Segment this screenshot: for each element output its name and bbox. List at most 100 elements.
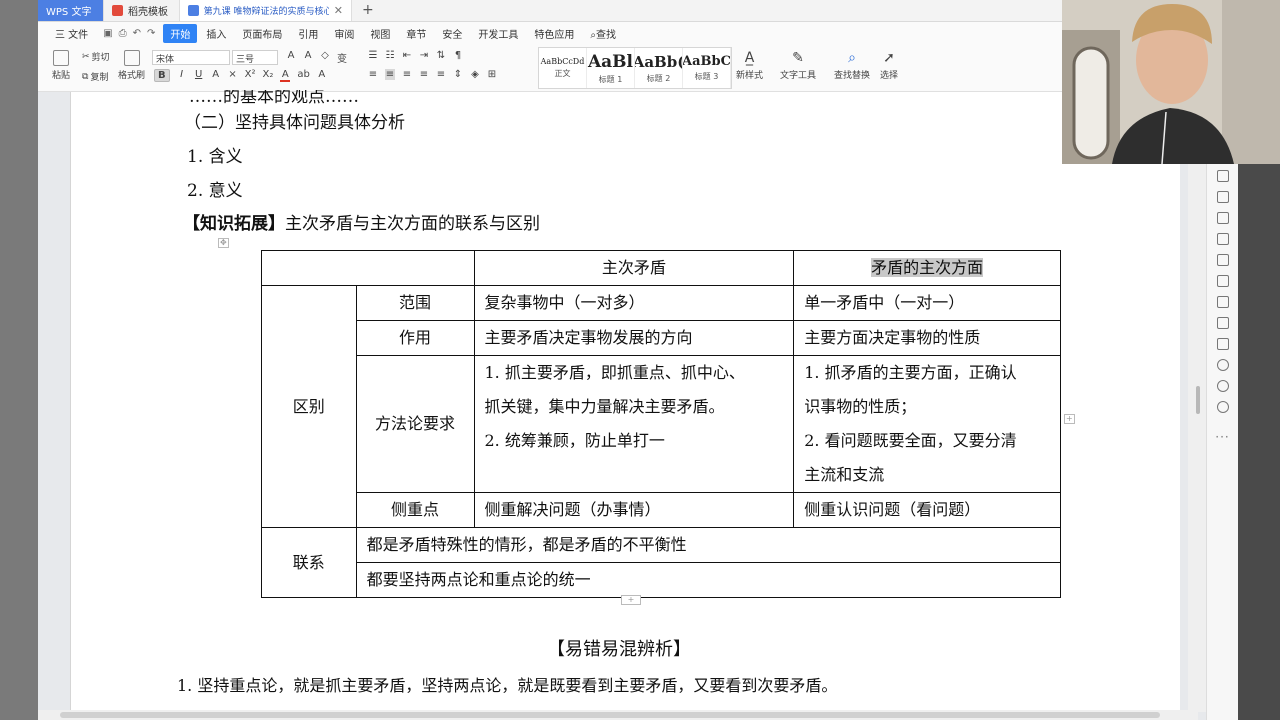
selected-text: 矛盾的主次方面 bbox=[871, 258, 984, 277]
strikethrough-icon[interactable]: × bbox=[228, 69, 238, 82]
font-size-select[interactable]: 三号 bbox=[232, 50, 278, 65]
chart-icon[interactable] bbox=[1216, 212, 1229, 224]
italic-icon[interactable]: I bbox=[177, 69, 187, 82]
extension-label: 【知识拓展】 bbox=[183, 214, 285, 234]
table-cell: 侧重点 bbox=[355, 492, 475, 528]
add-row-handle[interactable]: + bbox=[621, 595, 641, 605]
image-icon[interactable] bbox=[1216, 338, 1229, 350]
line-spacing-icon[interactable]: ⇕ bbox=[453, 69, 463, 80]
document-page[interactable]: ……的基本的观点…… （二）坚持具体问题具体分析 1. 含义 2. 意义 【知识… bbox=[70, 90, 1180, 712]
menu-insert[interactable]: 插入 bbox=[199, 24, 233, 43]
history-icon[interactable] bbox=[1216, 380, 1229, 392]
menu-special[interactable]: 特色应用 bbox=[527, 24, 581, 43]
translate-icon[interactable] bbox=[1216, 296, 1229, 308]
document-icon bbox=[188, 4, 199, 16]
font-color-icon[interactable]: A bbox=[280, 69, 291, 82]
subscript-icon[interactable]: X₂ bbox=[262, 69, 273, 82]
format-painter-button[interactable]: 格式刷 bbox=[118, 50, 145, 81]
undo-icon[interactable]: ↶ bbox=[133, 28, 141, 39]
apps-icon[interactable] bbox=[1216, 191, 1229, 203]
share-icon[interactable] bbox=[1216, 275, 1229, 287]
horizontal-scrollbar[interactable] bbox=[38, 710, 1198, 720]
menu-developer[interactable]: 开发工具 bbox=[471, 24, 525, 43]
shrink-font-icon[interactable]: A bbox=[303, 50, 313, 65]
print-icon[interactable]: ⎙ bbox=[119, 28, 127, 39]
grow-font-icon[interactable]: A bbox=[286, 50, 296, 65]
style-heading-2[interactable]: AaBb(标题 2 bbox=[635, 48, 683, 88]
tab-document[interactable]: 第九课 唯物辩证法的实质与核心 ✕ bbox=[180, 0, 352, 21]
borders-icon[interactable]: ⊞ bbox=[487, 69, 497, 80]
table-icon[interactable] bbox=[1216, 170, 1229, 182]
increase-indent-icon[interactable]: ⇥ bbox=[419, 50, 429, 61]
tab-wps-writer[interactable]: WPS 文字 bbox=[38, 0, 104, 21]
clear-format-icon[interactable]: ◇ bbox=[320, 50, 330, 65]
font-effect-icon[interactable]: A bbox=[211, 69, 221, 82]
cell-line: 2. 统筹兼顾，防止单打一 bbox=[484, 431, 665, 450]
highlight-icon[interactable]: ab bbox=[297, 69, 309, 82]
errors-heading: 【易错易混辨析】 bbox=[547, 639, 691, 660]
distribute-icon[interactable]: ≡ bbox=[436, 69, 446, 80]
show-marks-icon[interactable]: ¶ bbox=[453, 50, 463, 61]
align-left-icon[interactable]: ≡ bbox=[368, 69, 378, 80]
new-tab-button[interactable]: + bbox=[352, 0, 384, 21]
redo-icon[interactable]: ↷ bbox=[147, 28, 155, 39]
new-style-button[interactable]: A̲ 新样式 bbox=[736, 50, 763, 81]
menu-chapter[interactable]: 章节 bbox=[399, 24, 433, 43]
text-tools-button[interactable]: ✎ 文字工具 bbox=[780, 50, 816, 81]
scrollbar-thumb[interactable] bbox=[60, 712, 1160, 718]
menu-review[interactable]: 审阅 bbox=[327, 24, 361, 43]
add-column-handle[interactable]: + bbox=[1064, 414, 1075, 424]
cut-button[interactable]: ✂ 剪切 bbox=[82, 50, 110, 64]
menu-file[interactable]: 三 文件 bbox=[48, 24, 95, 43]
styles-gallery: AaBbCcDd 正文 AaBl 标题 1 AaBb(标题 2 AaBbC 标题 3 bbox=[538, 47, 732, 89]
align-right-icon[interactable]: ≡ bbox=[402, 69, 412, 80]
justify-icon[interactable]: ≡ bbox=[419, 69, 429, 80]
more-icon[interactable]: ··· bbox=[1215, 430, 1229, 444]
select-button[interactable]: ➚ 选择 bbox=[880, 50, 898, 81]
char-shading-icon[interactable]: A bbox=[317, 69, 327, 82]
close-icon[interactable]: ✕ bbox=[334, 4, 343, 17]
tab-daoke-templates[interactable]: 稻壳模板 bbox=[104, 0, 180, 21]
paste-button[interactable]: 粘贴 bbox=[52, 50, 70, 81]
menu-bar: 三 文件 ▣ ⎙ ↶ ↷ 开始 插入 页面布局 引用 审阅 视图 章节 安全 开… bbox=[38, 22, 1062, 44]
export-icon[interactable] bbox=[1216, 254, 1229, 266]
table-cell: 都是矛盾特殊性的情形，都是矛盾的不平衡性 bbox=[355, 527, 1062, 563]
phonetic-icon[interactable]: 变 bbox=[337, 50, 347, 65]
bullets-icon[interactable]: ☰ bbox=[368, 50, 378, 61]
style-heading-3[interactable]: AaBbC 标题 3 bbox=[683, 48, 731, 88]
errors-item-1: 1. 坚持重点论，就是抓主要矛盾，坚持两点论，就是既要看到主要矛盾，又要看到次要… bbox=[177, 676, 838, 695]
menu-search[interactable]: ⌕查找 bbox=[583, 24, 623, 43]
menu-page-layout[interactable]: 页面布局 bbox=[235, 24, 289, 43]
archive-icon[interactable] bbox=[1216, 317, 1229, 329]
find-replace-button[interactable]: ⌕ 查找替换 bbox=[834, 50, 870, 81]
menu-view[interactable]: 视图 bbox=[363, 24, 397, 43]
review-icon[interactable] bbox=[1216, 359, 1229, 371]
superscript-icon[interactable]: X² bbox=[245, 69, 256, 82]
table-move-handle[interactable]: ✥ bbox=[218, 238, 229, 248]
copy-button[interactable]: ⧉ 复制 bbox=[82, 70, 108, 84]
scissors-icon: ✂ bbox=[82, 51, 90, 62]
section-heading: （二）坚持具体问题具体分析 bbox=[184, 113, 405, 133]
underline-icon[interactable]: U bbox=[194, 69, 204, 82]
vertical-scrollbar[interactable] bbox=[1188, 164, 1206, 712]
align-row: ≡ ≡ ≡ ≡ ≡ ⇕ ◈ ⊞ bbox=[368, 69, 497, 80]
menu-references[interactable]: 引用 bbox=[291, 24, 325, 43]
table-row: 作用 主要矛盾决定事物发展的方向 主要方面决定事物的性质 bbox=[262, 320, 1061, 356]
bold-icon[interactable]: B bbox=[154, 69, 170, 82]
shading-icon[interactable]: ◈ bbox=[470, 69, 480, 80]
sort-icon[interactable]: ⇅ bbox=[436, 50, 446, 61]
save-icon[interactable]: ▣ bbox=[103, 28, 112, 39]
style-normal[interactable]: AaBbCcDd 正文 bbox=[539, 48, 587, 88]
help-icon[interactable] bbox=[1216, 401, 1229, 413]
table-cell: 范围 bbox=[355, 285, 475, 321]
font-name-select[interactable]: 宋体 bbox=[152, 50, 230, 65]
decrease-indent-icon[interactable]: ⇤ bbox=[402, 50, 412, 61]
settings-icon[interactable] bbox=[1216, 233, 1229, 245]
menu-security[interactable]: 安全 bbox=[435, 24, 469, 43]
style-sample: AaBb( bbox=[635, 52, 683, 71]
menu-home[interactable]: 开始 bbox=[163, 23, 198, 43]
numbering-icon[interactable]: ☷ bbox=[385, 50, 395, 61]
align-center-icon[interactable]: ≡ bbox=[385, 69, 395, 80]
style-heading-1[interactable]: AaBl 标题 1 bbox=[587, 48, 635, 88]
scrollbar-thumb[interactable] bbox=[1196, 386, 1200, 414]
